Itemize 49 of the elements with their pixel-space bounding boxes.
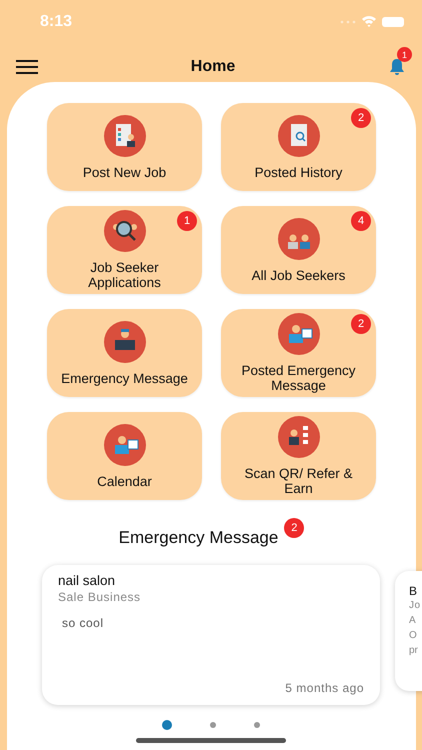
menu-tile[interactable]: Posted History 2: [221, 103, 376, 191]
menu-tile[interactable]: Post New Job: [47, 103, 202, 191]
count-badge: 2: [284, 518, 304, 538]
card-title: B: [409, 584, 418, 598]
card-message: so cool: [62, 616, 105, 630]
menu-tile[interactable]: All Job Seekers 4: [221, 206, 376, 294]
notification-badge: 1: [396, 47, 412, 62]
bell-icon[interactable]: [388, 58, 406, 76]
menu-tile[interactable]: Calendar: [47, 412, 202, 500]
menu-icon[interactable]: [16, 60, 38, 74]
tile-label: Job Seeker Applications: [87, 260, 162, 290]
tile-label: Emergency Message: [61, 370, 188, 386]
tile-label: Posted Emergency Message: [240, 363, 357, 393]
tile-label: All Job Seekers: [252, 268, 346, 282]
card-message: pr: [409, 645, 419, 656]
page-title: Home: [190, 58, 236, 76]
card-message: A: [409, 615, 417, 626]
person-calendar-icon: [104, 424, 146, 466]
signal-icon: [340, 20, 356, 24]
magnifier-people-icon: [104, 210, 146, 252]
count-badge: 2: [351, 314, 371, 334]
menu-tile[interactable]: Job Seeker Applications 1: [47, 206, 202, 294]
message-card[interactable]: B Jo A O pr: [395, 571, 422, 691]
menu-tile[interactable]: Emergency Message: [47, 309, 202, 397]
tile-label: Posted History: [254, 164, 342, 180]
tile-label: Calendar: [97, 474, 152, 488]
count-badge: 2: [351, 108, 371, 128]
person-list-icon: [278, 416, 320, 458]
person-desk-icon: [104, 320, 146, 362]
wifi-icon: [361, 16, 377, 28]
document-search-icon: [278, 114, 320, 156]
status-time: 8:13: [40, 13, 72, 31]
person-calendar-icon: [278, 313, 320, 355]
section-title: Emergency Message: [118, 528, 278, 548]
people-icon: [278, 218, 320, 260]
message-card[interactable]: nail salon Sale Business so cool 5 months ago: [42, 565, 380, 705]
card-subtitle: Jo: [409, 600, 422, 611]
menu-tile[interactable]: Scan QR/ Refer & Earn: [221, 412, 376, 500]
menu-tile[interactable]: Posted Emergency Message 2: [221, 309, 376, 397]
card-subtitle: Sale Business: [58, 590, 142, 604]
count-badge: 4: [351, 211, 371, 231]
tile-label: Post New Job: [82, 164, 166, 180]
battery-icon: [382, 17, 404, 27]
tile-label: Scan QR/ Refer & Earn: [243, 466, 354, 496]
count-badge: 1: [177, 211, 197, 231]
document-icon: [104, 114, 146, 156]
card-time: 5 months ago: [285, 681, 364, 695]
card-title: nail salon: [58, 573, 116, 588]
card-message: O: [409, 630, 418, 641]
